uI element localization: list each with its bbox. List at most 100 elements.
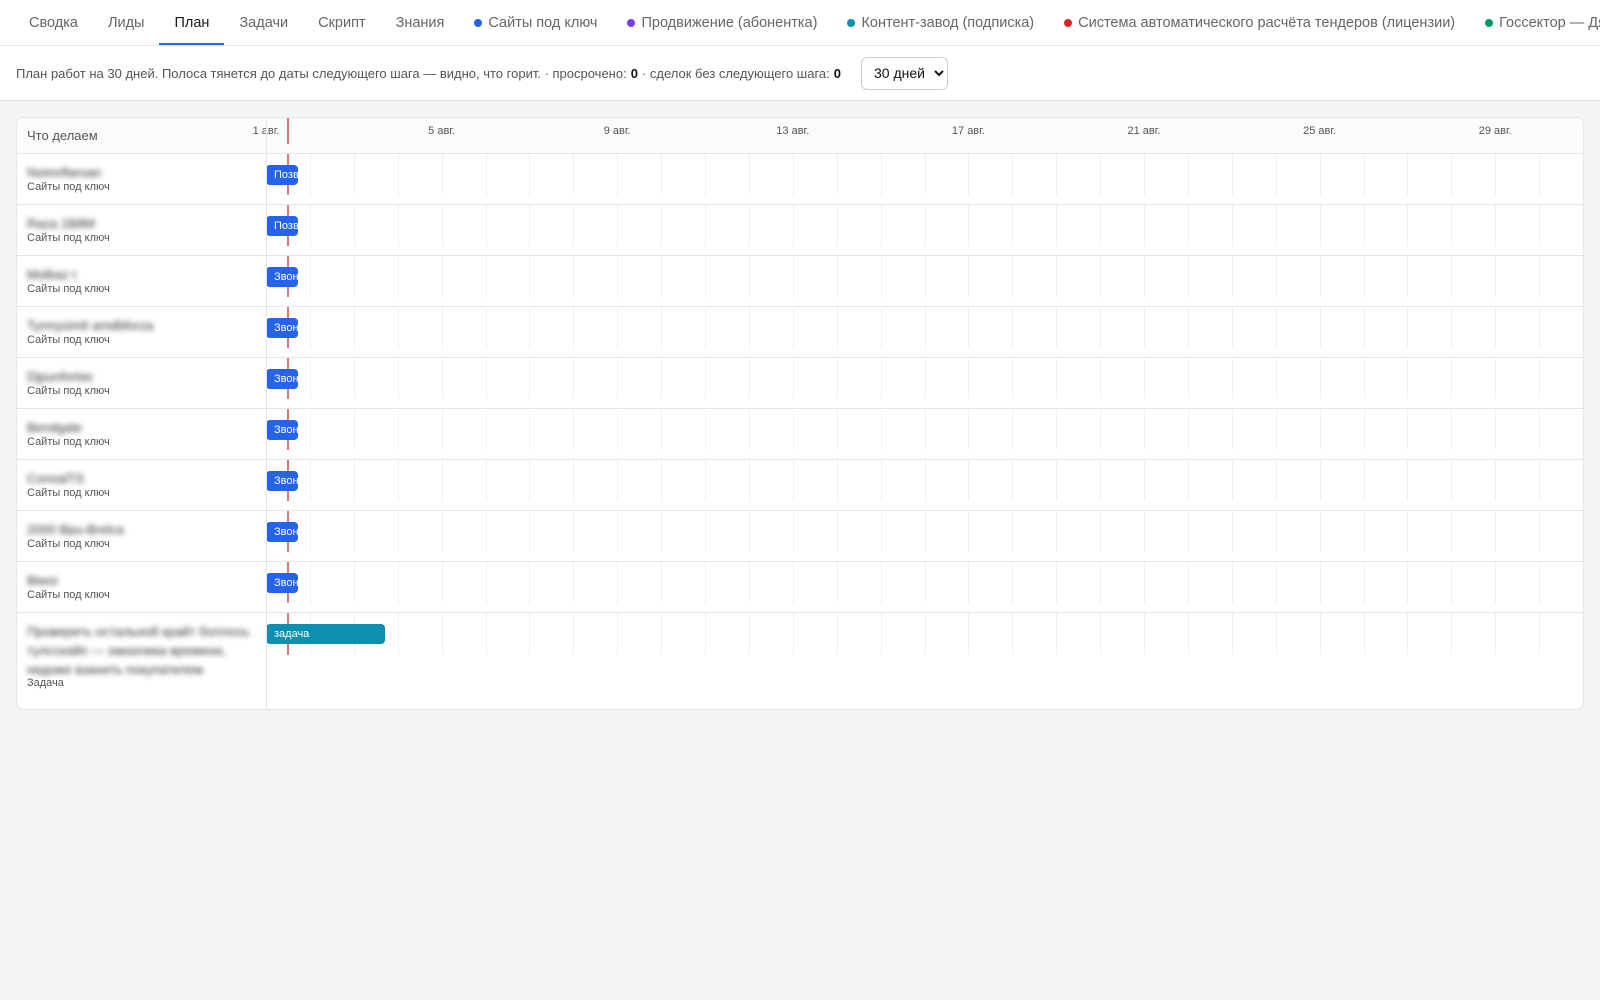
tab-0[interactable]: Сводка <box>14 0 93 45</box>
gantt-bar[interactable]: Звонок <box>266 471 298 491</box>
day-gridline <box>1100 511 1102 552</box>
tab-5[interactable]: Знания <box>381 0 460 45</box>
tab-9[interactable]: Система автоматического расчёта тендеров… <box>1049 0 1470 45</box>
row-title[interactable]: Djpunforlas <box>27 367 252 386</box>
day-gridline <box>1275 460 1277 501</box>
day-gridline <box>1012 307 1014 348</box>
day-gridline <box>1231 613 1233 655</box>
day-gridline <box>397 613 399 655</box>
row-title[interactable]: Bendgale <box>27 418 252 437</box>
day-gridline <box>705 307 706 348</box>
day-gridline <box>353 511 355 552</box>
day-gridline <box>1583 409 1584 450</box>
day-gridline <box>1583 460 1584 501</box>
day-gridline <box>1583 511 1584 552</box>
day-gridline <box>1495 256 1497 297</box>
tab-8[interactable]: Контент-завод (подписка) <box>832 0 1049 45</box>
gantt-row[interactable]: Molbaz tСайты под ключ Звонок <box>17 256 1583 307</box>
gantt-row[interactable]: NoimrlfaroanСайты под ключ Позвонить <box>17 154 1583 205</box>
gantt-row[interactable]: DjpunforlasСайты под ключ Звонок <box>17 358 1583 409</box>
gantt-bar[interactable]: Звонок <box>266 267 298 287</box>
tab-1[interactable]: Лиды <box>93 0 160 45</box>
day-gridline <box>1363 256 1365 297</box>
gantt-row[interactable]: BiwsiСайты под ключ Звонок <box>17 562 1583 613</box>
day-gridline <box>661 358 663 399</box>
today-marker <box>286 118 289 144</box>
gantt-chart: Что делаем 1 авг. 5 авг. 9 авг. 13 авг. 17 а… <box>16 117 1584 710</box>
day-gridline <box>617 613 619 655</box>
tab-label: Сайты под ключ <box>488 14 598 31</box>
day-gridline <box>1100 409 1102 450</box>
day-gridline <box>836 256 838 297</box>
tab-4[interactable]: Скрипт <box>303 0 380 45</box>
row-subtitle: Сайты под ключ <box>27 334 110 346</box>
day-gridline <box>1451 460 1453 501</box>
gantt-bar[interactable]: Звонок <box>266 573 298 593</box>
row-subtitle: Сайты под ключ <box>27 385 110 397</box>
day-gridline <box>1144 205 1145 246</box>
row-title[interactable]: Проверить остальной крайт боллось тулсск… <box>27 622 252 679</box>
row-title[interactable]: Noimrlfaroan <box>27 163 252 182</box>
day-gridline <box>1275 154 1277 195</box>
day-gridline <box>1275 256 1277 297</box>
day-gridline <box>1187 154 1189 195</box>
gantt-bar[interactable]: Звонок <box>266 318 298 338</box>
day-gridline <box>1363 409 1365 450</box>
tab-7[interactable]: Продвижение (абонентка) <box>612 0 832 45</box>
tab-3[interactable]: Задачи <box>224 0 303 45</box>
day-gridline <box>397 154 399 195</box>
gantt-row[interactable]: Tyrmysimli amdbforzaСайты под ключ Звонок <box>17 307 1583 358</box>
day-gridline <box>309 409 311 450</box>
day-gridline <box>529 358 531 399</box>
day-gridline <box>309 511 311 552</box>
row-title[interactable]: Raza 1B8M <box>27 214 252 233</box>
day-gridline <box>617 256 619 297</box>
day-gridline <box>485 613 487 655</box>
tab-10[interactable]: Госсектор — Дядя <box>1470 0 1600 45</box>
gantt-bar[interactable]: задача <box>266 624 386 644</box>
day-gridline <box>1231 562 1233 603</box>
day-gridline <box>441 307 443 348</box>
gantt-row[interactable]: BendgaleСайты под ключ Звонок <box>17 409 1583 460</box>
day-gridline <box>705 205 706 246</box>
day-gridline <box>1495 409 1497 450</box>
day-gridline <box>1583 613 1584 655</box>
day-gridline <box>748 307 750 348</box>
row-title[interactable]: 2000 Bpu-Brelca <box>27 520 252 539</box>
day-gridline <box>1012 205 1014 246</box>
gantt-bar[interactable]: Позвонить <box>266 165 298 185</box>
day-gridline <box>573 409 575 450</box>
day-gridline <box>441 154 443 195</box>
gantt-row[interactable]: Проверить остальной крайт боллось тулсск… <box>17 613 1583 701</box>
day-gridline <box>1100 613 1102 655</box>
tab-label: Продвижение (абонентка) <box>641 14 818 31</box>
row-title[interactable]: Molbaz t <box>27 265 252 284</box>
gantt-bar[interactable]: Позвонить <box>266 216 298 236</box>
row-title[interactable]: ConsalTS <box>27 469 252 488</box>
gantt-bar[interactable]: Звонок <box>266 369 298 389</box>
row-title[interactable]: Tyrmysimli amdbforza <box>27 316 252 335</box>
day-gridline <box>1100 154 1102 195</box>
day-gridline <box>1363 154 1365 195</box>
day-gridline <box>968 562 970 603</box>
row-title[interactable]: Biwsi <box>27 571 252 590</box>
tab-6[interactable]: Сайты под ключ <box>459 0 612 45</box>
day-gridline <box>1100 307 1102 348</box>
tab-2[interactable]: План <box>159 0 225 45</box>
day-gridline <box>397 562 399 603</box>
day-gridline <box>1363 562 1365 603</box>
day-gridline <box>441 613 443 655</box>
day-gridline <box>1407 409 1409 450</box>
gantt-row[interactable]: 2000 Bpu-BrelcaСайты под ключ Звонок <box>17 511 1583 562</box>
gantt-bar[interactable]: Звонок <box>266 420 298 440</box>
gantt-bar[interactable]: Звонок <box>266 522 298 542</box>
gantt-row[interactable]: Raza 1B8MСайты под ключ Позвонить <box>17 205 1583 256</box>
day-gridline <box>748 511 750 552</box>
day-gridline <box>924 205 926 246</box>
product-dot-icon <box>474 18 483 27</box>
day-gridline <box>880 460 882 501</box>
gantt-row[interactable]: ConsalTSСайты под ключ Звонок <box>17 460 1583 511</box>
period-select[interactable]: 30 дней <box>860 56 948 90</box>
day-gridline <box>661 307 663 348</box>
day-gridline <box>1319 205 1321 246</box>
